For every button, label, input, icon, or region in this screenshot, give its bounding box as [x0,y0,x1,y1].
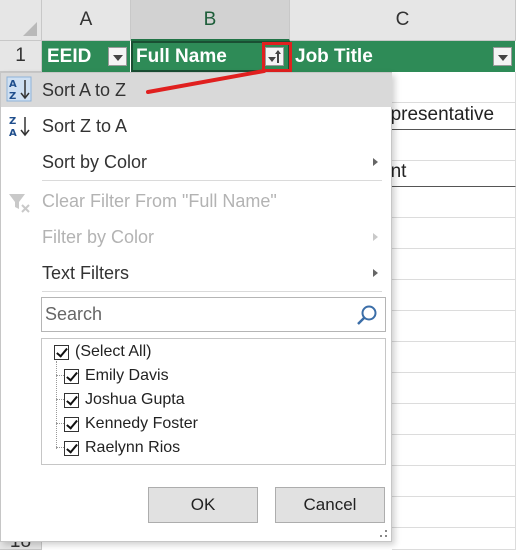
list-item-label: Emily Davis [85,367,169,384]
search-input[interactable]: Search [41,297,386,332]
checkbox-checked-icon[interactable] [64,440,79,456]
menu-separator [42,180,382,181]
sort-descending-icon: Z A [9,116,30,139]
button-label: OK [190,495,216,514]
filter-values-list: (Select All) Emily Davis Joshua Gupta Ke… [41,338,386,465]
cell-c4[interactable]: ent [380,161,516,187]
cell[interactable] [392,130,516,161]
list-item-label: (Select All) [75,343,152,360]
highlight-box [262,42,292,72]
search-placeholder: Search [45,304,103,324]
list-item-label: Raelynn Rios [85,439,181,456]
column-label: C [395,9,410,30]
cell[interactable] [392,373,516,404]
header-cell-eeid[interactable]: EEID [42,41,131,72]
search-icon [357,305,377,325]
menu-text-filters[interactable]: Text Filters [1,256,392,290]
checkbox-checked-icon[interactable] [54,344,69,360]
corner-triangle [23,22,37,36]
column-label: A [79,9,93,30]
cell[interactable] [392,187,516,218]
row-label: 1 [15,45,26,66]
menu-filter-by-color: Filter by Color [1,220,392,254]
menu-label: Clear Filter From "Full Name" [42,190,277,211]
filter-dropdown-menu: A Z Sort A to Z Z A Sort Z to A Sort by … [0,72,392,542]
svg-text:Z: Z [9,116,16,127]
column-header-c[interactable]: C [290,0,516,41]
column-label: B [203,8,217,30]
chevron-right-icon [373,269,378,277]
menu-label: Sort A to Z [42,79,127,100]
checkbox-checked-icon[interactable] [64,416,79,432]
menu-label: Filter by Color [42,226,155,247]
column-header-b[interactable]: B [131,0,290,41]
cell-c2[interactable]: epresentative [380,103,516,130]
list-item[interactable]: Joshua Gupta [52,388,185,412]
header-text: Job Title [295,45,373,67]
cell[interactable] [392,280,516,311]
filter-dropdown-button[interactable] [108,47,127,66]
menu-sort-a-to-z[interactable]: A Z Sort A to Z [1,73,392,107]
header-cell-job-title[interactable]: Job Title [290,41,516,72]
checkbox-checked-icon[interactable] [64,392,79,408]
checkbox-checked-icon[interactable] [64,368,79,384]
menu-sort-z-to-a[interactable]: Z A Sort Z to A [1,109,392,143]
cell[interactable] [392,342,516,373]
menu-clear-filter: Clear Filter From "Full Name" [1,184,392,218]
button-label: Cancel [303,495,357,514]
list-item-label: Kennedy Foster [85,415,198,432]
list-item[interactable]: Kennedy Foster [52,412,198,436]
row-header-1[interactable]: 1 [0,41,42,72]
cell[interactable] [392,218,516,249]
menu-sort-by-color[interactable]: Sort by Color [1,145,392,179]
cancel-button[interactable]: Cancel [275,487,385,523]
chevron-down-icon [498,55,508,61]
header-text: EEID [47,45,92,67]
svg-text:Z: Z [9,91,16,102]
ok-button[interactable]: OK [148,487,258,523]
resize-grip-icon[interactable] [380,530,388,538]
cell[interactable] [392,497,516,528]
cell[interactable] [392,528,516,550]
list-item-select-all[interactable]: (Select All) [42,340,151,364]
filter-dropdown-button[interactable] [493,47,512,66]
svg-text:A: A [9,79,17,90]
menu-separator [42,291,382,292]
clear-filter-icon [9,194,30,213]
cell[interactable] [392,72,516,103]
select-all-corner[interactable] [0,0,42,41]
cell[interactable] [392,311,516,342]
cell[interactable] [392,466,516,497]
column-header-a[interactable]: A [42,0,131,41]
cell[interactable] [392,404,516,435]
chevron-down-icon [113,55,123,61]
menu-label: Sort by Color [42,151,148,172]
chevron-right-icon [373,233,378,241]
menu-label: Text Filters [42,262,130,283]
cell[interactable] [392,249,516,280]
sort-ascending-icon: A Z [6,76,32,102]
chevron-right-icon [373,158,378,166]
cell[interactable] [392,435,516,466]
header-text: Full Name [136,45,227,67]
cell-text: epresentative [380,104,495,125]
list-item[interactable]: Raelynn Rios [52,436,180,460]
svg-text:A: A [9,128,17,139]
menu-label: Sort Z to A [42,115,128,136]
list-item[interactable]: Emily Davis [52,364,169,388]
list-item-label: Joshua Gupta [85,391,185,408]
